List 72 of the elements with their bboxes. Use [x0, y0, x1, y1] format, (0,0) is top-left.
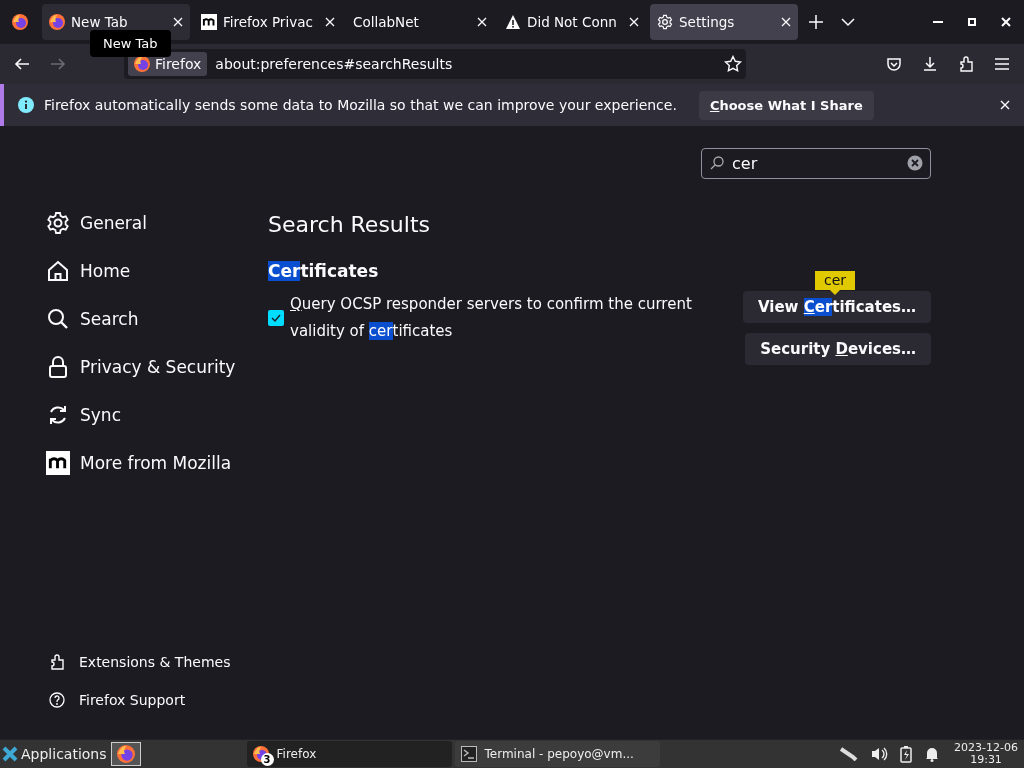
search-icon — [710, 156, 724, 170]
address-bar[interactable]: Firefox about:preferences#searchResults — [124, 49, 746, 79]
close-icon — [781, 17, 791, 27]
puzzle-icon — [49, 654, 65, 670]
launcher[interactable] — [110, 742, 141, 766]
forward-arrow-icon — [50, 56, 66, 72]
gear-icon — [657, 14, 673, 30]
check-icon — [270, 312, 282, 324]
close-window-icon — [1001, 17, 1011, 27]
bell-icon — [924, 746, 941, 762]
mozilla-icon — [201, 14, 217, 30]
sidebar-category[interactable]: Search — [46, 295, 268, 343]
terminal-icon — [460, 746, 477, 762]
sidebar-category[interactable]: Sync — [46, 391, 268, 439]
plus-icon — [809, 15, 823, 29]
home-icon — [46, 259, 70, 283]
close-icon — [629, 17, 639, 27]
firefox-icon — [134, 56, 150, 72]
sidebar-category[interactable]: General — [46, 199, 268, 247]
sidebar-category[interactable]: Home — [46, 247, 268, 295]
tab-tooltip: New Tab — [90, 30, 171, 57]
tab-title: New Tab — [71, 14, 129, 30]
close-icon — [1000, 100, 1010, 110]
taskbar-task[interactable]: 3 Firefox — [246, 741, 452, 767]
sidebar-category[interactable]: Privacy & Security — [46, 343, 268, 391]
back-arrow-icon — [14, 56, 30, 72]
help-icon — [49, 692, 65, 708]
clear-icon — [907, 155, 923, 171]
checkbox[interactable] — [268, 310, 284, 326]
info-icon — [18, 97, 34, 113]
applications-icon — [2, 746, 18, 762]
battery-icon — [900, 745, 913, 763]
search-field[interactable]: cer — [701, 148, 931, 179]
search-icon — [46, 307, 70, 331]
volume-icon — [870, 746, 889, 762]
browser-tab[interactable]: Settings — [650, 4, 798, 40]
tab-title: Settings — [679, 14, 736, 30]
sidebar-link[interactable]: Firefox Support — [46, 681, 268, 719]
minimize-icon — [933, 21, 943, 23]
star-icon — [724, 55, 742, 73]
firefox-icon — [116, 745, 135, 763]
gear-icon — [46, 211, 70, 235]
tab-title: CollabNet — [353, 14, 420, 30]
sidebar-category[interactable]: More from Mozilla — [46, 439, 268, 487]
firefox-icon — [12, 14, 28, 30]
browser-tab[interactable]: Firefox Privac — [194, 4, 342, 40]
tab-title: Firefox Privac — [223, 14, 314, 30]
notification-message: Firefox automatically sends some data to Mozilla so that we can improve your experience. — [44, 97, 677, 113]
pocket-icon — [886, 56, 902, 72]
taskbar-task[interactable]: Terminal - pepoyo@vm... — [454, 741, 660, 767]
close-icon — [477, 17, 487, 27]
url-text: about:preferences#searchResults — [215, 56, 454, 72]
mozilla-icon — [46, 451, 70, 475]
close-icon — [325, 17, 335, 27]
settings-button[interactable]: Security Devices… — [745, 333, 931, 365]
choose-what-i-share-button[interactable]: Choose What I Share — [698, 90, 874, 120]
warning-icon — [505, 14, 521, 30]
applications-menu[interactable]: Applications — [0, 746, 111, 762]
maximize-icon — [968, 18, 976, 26]
tab-title: Did Not Conn — [527, 14, 618, 30]
browser-tab[interactable]: CollabNet — [346, 4, 494, 40]
download-icon — [922, 56, 938, 72]
page-heading: Search Results — [268, 212, 431, 237]
menu-icon — [994, 56, 1010, 72]
puzzle-icon — [958, 56, 974, 72]
chevron-down-icon — [841, 15, 855, 29]
lock-icon — [46, 355, 70, 379]
browser-tab[interactable]: Did Not Conn — [498, 4, 646, 40]
firefox-icon — [49, 14, 65, 30]
sidebar-link[interactable]: Extensions & Themes — [46, 643, 268, 681]
clock: 2023-12-06 19:31 — [954, 742, 1018, 766]
close-icon — [173, 17, 183, 27]
